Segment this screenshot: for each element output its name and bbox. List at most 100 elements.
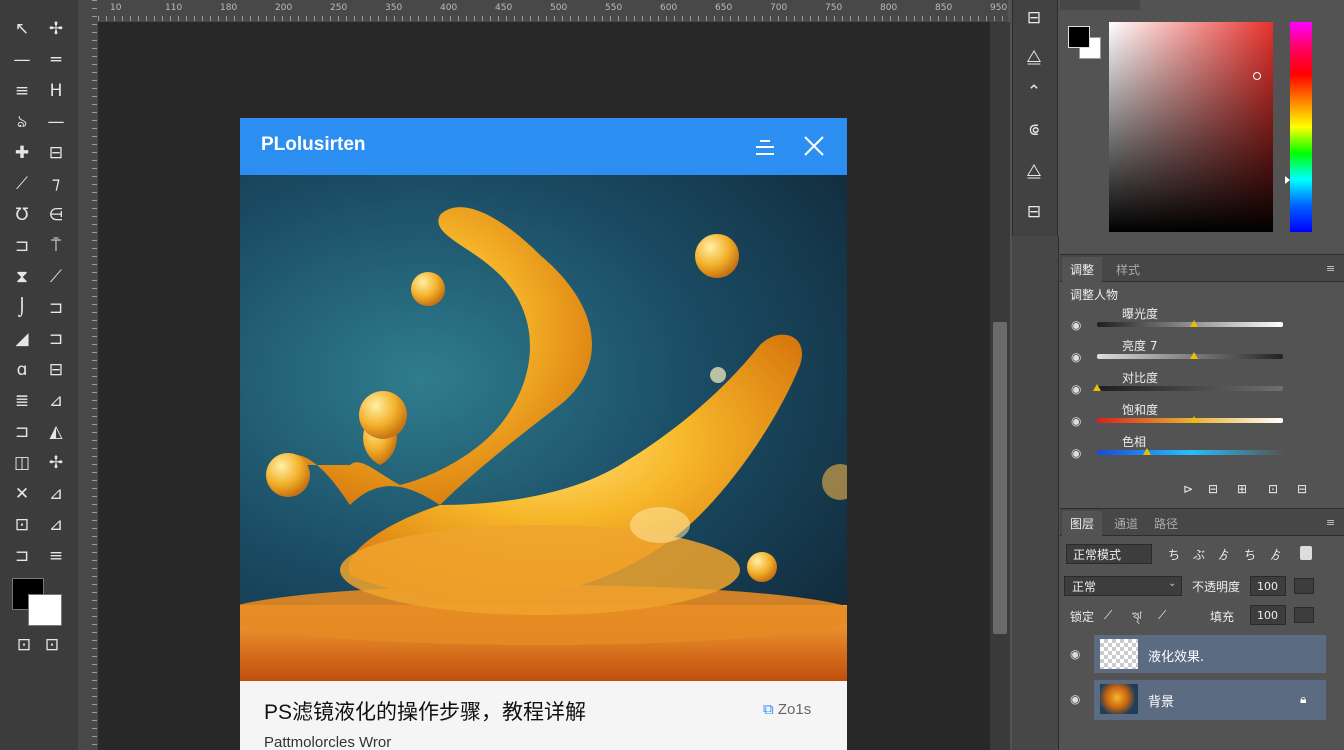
adjust-footer-1-icon[interactable]: ⊟ — [1208, 482, 1218, 496]
tab-channels[interactable]: 通道 — [1106, 511, 1146, 536]
close-icon[interactable] — [802, 134, 826, 158]
eye-icon[interactable]: ◉ — [1070, 692, 1080, 706]
layer-name[interactable]: 液化效果. — [1148, 646, 1204, 665]
layer-filter-0-icon[interactable]: ち — [1168, 546, 1180, 563]
adjust-footer-0-icon[interactable]: ⊳ — [1183, 482, 1193, 496]
adjust-footer-4-icon[interactable]: ⊟ — [1297, 482, 1307, 496]
tool-3-1-icon[interactable]: — — [42, 109, 70, 135]
tool-2-0-icon[interactable]: ≡ — [8, 78, 36, 104]
tool-0-1-icon[interactable]: ✢ — [42, 16, 70, 42]
tab-paths[interactable]: 路径 — [1146, 511, 1186, 536]
tool-4-0-icon[interactable]: ✚ — [8, 140, 36, 166]
tool-17-1-icon[interactable]: ≡ — [42, 543, 70, 569]
fill-input[interactable]: 100 — [1250, 605, 1286, 625]
tool-6-0-icon[interactable]: Ʊ — [8, 202, 36, 228]
layer-filter-2-icon[interactable]: ゟ — [1218, 546, 1230, 563]
panel-menu-icon[interactable]: ≡ — [1326, 262, 1335, 275]
eye-icon[interactable]: ◉ — [1071, 414, 1081, 428]
tool-7-0-icon[interactable]: ⊐ — [8, 233, 36, 259]
eye-icon[interactable]: ◉ — [1071, 446, 1081, 460]
slider-thumb[interactable] — [1093, 384, 1101, 391]
fg-color-swatch[interactable] — [1068, 26, 1090, 48]
layer-filter-3-icon[interactable]: ち — [1244, 546, 1256, 563]
ruler-number: 250 — [330, 3, 348, 13]
layer-filter-1-icon[interactable]: ぶ — [1193, 546, 1205, 563]
tool-16-0-icon[interactable]: ⊡ — [8, 512, 36, 538]
layer-filter-select[interactable]: 正常模式 — [1066, 544, 1152, 564]
dialog-tag[interactable]: ⧉ Zo1s — [763, 701, 811, 718]
paragraph-icon[interactable]: ⟃ — [1020, 116, 1048, 144]
eye-icon[interactable]: ◉ — [1071, 382, 1081, 396]
tool-15-1-icon[interactable]: ⊿ — [42, 481, 70, 507]
tool-4-1-icon[interactable]: ⊟ — [42, 140, 70, 166]
adjust-footer-2-icon[interactable]: ⊞ — [1237, 482, 1247, 496]
tool-8-0-icon[interactable]: ⧗ — [8, 264, 36, 290]
tool-14-1-icon[interactable]: ✢ — [42, 450, 70, 476]
slider-thumb[interactable] — [1143, 448, 1152, 455]
tool-10-1-icon[interactable]: ⊐ — [42, 326, 70, 352]
layer-name[interactable]: 背景 — [1148, 691, 1174, 710]
tool-1-0-icon[interactable]: — — [8, 47, 36, 73]
properties-icon[interactable]: ⊟ — [1020, 198, 1048, 226]
slider-track[interactable] — [1097, 386, 1283, 391]
tool-17-0-icon[interactable]: ⊐ — [8, 543, 36, 569]
character-icon[interactable]: ⌃ — [1020, 78, 1048, 106]
tool-9-0-icon[interactable]: ⌡ — [8, 295, 36, 321]
tab-layers[interactable]: 图层 — [1062, 511, 1103, 536]
screen-mode-icon[interactable]: ⊡ — [38, 632, 66, 658]
tool-9-1-icon[interactable]: ⊐ — [42, 295, 70, 321]
slider-track[interactable] — [1097, 450, 1283, 455]
tool-15-0-icon[interactable]: ✕ — [8, 481, 36, 507]
tool-7-1-icon[interactable]: ⍑ — [42, 233, 70, 259]
slider-thumb[interactable] — [1189, 320, 1198, 327]
filter-toggle[interactable] — [1300, 546, 1312, 560]
color-picker-marker[interactable] — [1253, 72, 1261, 80]
lock-option-2-icon[interactable]: ⟋ — [1158, 608, 1166, 623]
tool-8-1-icon[interactable]: ⟋ — [42, 264, 70, 290]
tool-11-1-icon[interactable]: ⊟ — [42, 357, 70, 383]
clone-source-icon[interactable]: ⧋ — [1020, 157, 1048, 185]
tab-styles[interactable]: 样式 — [1108, 257, 1148, 282]
brush-icon[interactable]: ⧋ — [1020, 43, 1048, 71]
slider-thumb[interactable] — [1189, 416, 1198, 423]
hue-marker[interactable] — [1285, 176, 1290, 184]
adjust-footer-3-icon[interactable]: ⊡ — [1268, 482, 1278, 496]
eye-icon[interactable]: ◉ — [1070, 647, 1080, 661]
tool-14-0-icon[interactable]: ◫ — [8, 450, 36, 476]
layer-row[interactable]: 背景 🔒︎ — [1094, 680, 1326, 720]
layers-menu-icon[interactable]: ≡ — [1326, 516, 1335, 529]
tab-adjustments[interactable]: 调整 — [1062, 257, 1103, 282]
eye-icon[interactable]: ◉ — [1071, 350, 1081, 364]
opacity-slider-icon[interactable] — [1294, 578, 1314, 594]
layer-row[interactable]: 液化效果. — [1094, 635, 1326, 673]
fill-slider-icon[interactable] — [1294, 607, 1314, 623]
tool-3-0-icon[interactable]: ঌ — [8, 109, 36, 135]
tool-11-0-icon[interactable]: ɑ — [8, 357, 36, 383]
tool-1-1-icon[interactable]: ═ — [42, 47, 70, 73]
eye-icon[interactable]: ◉ — [1071, 318, 1081, 332]
tool-0-0-icon[interactable]: ↖ — [8, 16, 36, 42]
tool-13-1-icon[interactable]: ◭ — [42, 419, 70, 445]
history-icon[interactable]: ⊟ — [1020, 4, 1048, 32]
background-swatch[interactable] — [28, 594, 62, 626]
slider-thumb[interactable] — [1189, 352, 1198, 359]
tool-16-1-icon[interactable]: ⊿ — [42, 512, 70, 538]
minimize-icon[interactable] — [752, 134, 778, 160]
tool-5-0-icon[interactable]: ⟋ — [8, 171, 36, 197]
quick-mask-icon[interactable]: ⊡ — [10, 632, 38, 658]
tool-12-0-icon[interactable]: ≣ — [8, 388, 36, 414]
opacity-input[interactable]: 100 — [1250, 576, 1286, 596]
tool-12-1-icon[interactable]: ⊿ — [42, 388, 70, 414]
tool-6-1-icon[interactable]: ⋳ — [42, 202, 70, 228]
layer-filter-4-icon[interactable]: ゟ — [1270, 546, 1282, 563]
tool-5-1-icon[interactable]: ⁊ — [42, 171, 70, 197]
hue-slider[interactable] — [1290, 22, 1312, 232]
lock-option-0-icon[interactable]: ⟋ — [1104, 608, 1112, 623]
saturation-field[interactable] — [1109, 22, 1273, 232]
lock-option-1-icon[interactable]: ৠ — [1132, 608, 1142, 628]
chevron-down-icon[interactable]: ⌄ — [1168, 578, 1176, 589]
scrollbar-thumb[interactable] — [993, 322, 1007, 634]
tool-10-0-icon[interactable]: ◢ — [8, 326, 36, 352]
tool-2-1-icon[interactable]: H — [42, 78, 70, 104]
tool-13-0-icon[interactable]: ⊐ — [8, 419, 36, 445]
